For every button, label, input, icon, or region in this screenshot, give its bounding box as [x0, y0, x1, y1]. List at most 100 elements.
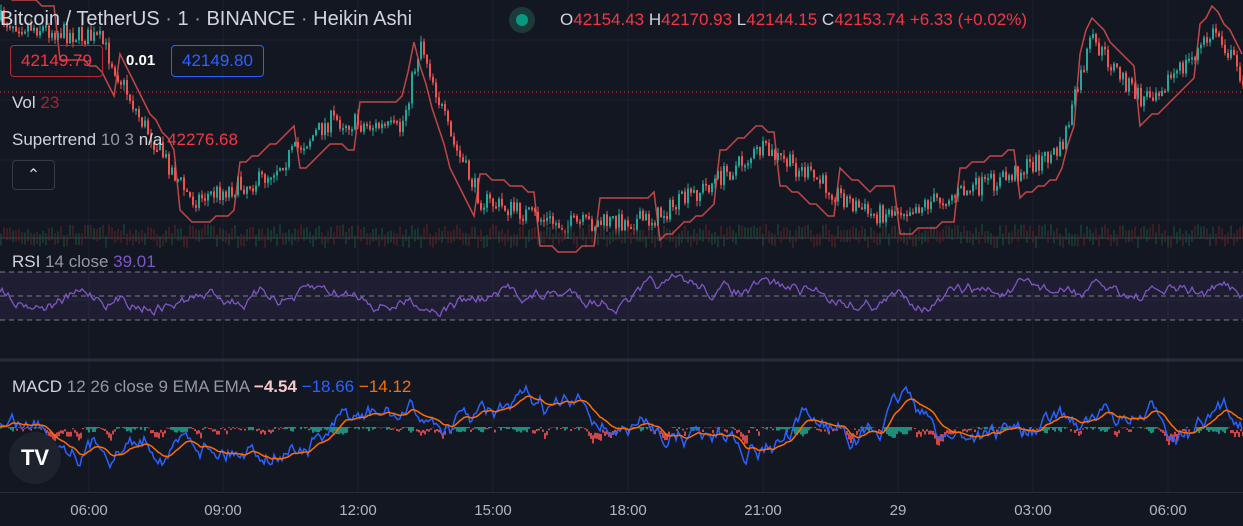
volume-bar [465, 233, 467, 246]
candle [528, 207, 530, 210]
collapse-legend-button[interactable]: ⌃ [12, 160, 55, 190]
chevron-up-icon: ⌃ [26, 167, 41, 184]
separator: · [300, 8, 308, 30]
macd-histogram-bar [1162, 430, 1164, 434]
volume-bar [894, 225, 896, 238]
macd-histogram-bar [202, 428, 204, 430]
macd-histogram-bar [200, 432, 202, 439]
macd-histogram-bar [754, 427, 756, 429]
macd-histogram-bar [428, 429, 430, 432]
macd-histogram-bar [904, 427, 906, 435]
volume-bar [1233, 233, 1235, 246]
candle [1101, 46, 1103, 56]
macd-legend[interactable]: MACD 12 26 close 9 EMA EMA −4.54 −18.66 … [12, 377, 411, 397]
volume-legend[interactable]: Vol 23 [12, 93, 59, 113]
volume-bar [423, 227, 425, 240]
candle [915, 207, 917, 214]
volume-bar [1146, 229, 1148, 242]
volume-bar [288, 229, 290, 242]
volume-bar [579, 226, 581, 239]
volume-bar [576, 235, 578, 248]
macd-histogram-bar [494, 429, 496, 433]
symbol-title[interactable]: Bitcoin / TetherUS · 1 · BINANCE · Heiki… [0, 8, 412, 31]
ohlc-legend: O42154.43 H42170.93 L42144.15 C42153.74 … [560, 10, 1027, 30]
candle [399, 121, 401, 133]
volume-bar [732, 229, 734, 242]
volume-bar [876, 233, 878, 246]
candle [552, 216, 554, 224]
macd-histogram-bar [380, 427, 382, 429]
volume-bar [750, 227, 752, 240]
volume-bar [843, 230, 845, 243]
volume-bar [975, 227, 977, 240]
macd-histogram-bar [462, 427, 464, 432]
volume-bar [384, 234, 386, 247]
macd-histogram-bar [454, 427, 456, 429]
macd-signal-value: −14.12 [358, 377, 412, 396]
rsi-legend[interactable]: RSI 14 close 39.01 [12, 252, 156, 272]
candle [510, 201, 512, 216]
buy-button[interactable]: 42149.80 [171, 45, 264, 77]
volume-bar [912, 234, 914, 247]
macd-histogram-bar [160, 429, 162, 433]
macd-histogram-bar [918, 430, 920, 435]
macd-histogram-bar [310, 427, 312, 430]
macd-histogram-bar [260, 430, 262, 435]
candle [738, 156, 740, 166]
macd-histogram-bar [396, 428, 398, 431]
tradingview-logo[interactable]: TV [9, 432, 61, 484]
volume-bar [459, 228, 461, 241]
macd-histogram-bar [1080, 430, 1082, 435]
candle [204, 198, 206, 201]
candle [978, 177, 980, 196]
macd-histogram-bar [738, 429, 740, 433]
candle [867, 204, 869, 214]
volume-bar [198, 230, 200, 243]
macd-histogram-bar [808, 427, 810, 431]
volume-bar [849, 229, 851, 242]
candle [456, 144, 458, 151]
market-open-status-icon[interactable] [509, 7, 535, 33]
macd-histogram-bar [780, 427, 782, 430]
candle [1059, 141, 1061, 156]
candle [858, 200, 860, 208]
macd-histogram-bar [1228, 427, 1230, 429]
volume-bar [801, 227, 803, 240]
volume-bar [201, 228, 203, 241]
macd-histogram-bar [24, 427, 26, 429]
macd-histogram-bar [744, 435, 746, 444]
macd-histogram-bar [810, 427, 812, 429]
candle [543, 219, 545, 222]
time-axis[interactable]: 06:00 09:00 12:00 15:00 18:00 21:00 29 0… [0, 492, 1243, 526]
macd-histogram-bar [724, 429, 726, 432]
macd-histogram-bar [470, 429, 472, 432]
candle [411, 72, 413, 104]
candle [1233, 49, 1235, 56]
macd-histogram-bar [278, 428, 280, 430]
candle [426, 54, 428, 64]
open-label: O [560, 10, 574, 29]
candle [516, 202, 518, 212]
macd-histogram-bar [748, 430, 750, 434]
candle [354, 114, 356, 130]
volume-bar [1056, 227, 1058, 240]
candle [210, 191, 212, 194]
candle [732, 175, 734, 180]
volume-bar [873, 230, 875, 243]
candle [990, 173, 992, 179]
candle [591, 218, 593, 231]
candle [336, 115, 338, 121]
macd-histogram-bar [114, 429, 116, 432]
volume-bar [555, 227, 557, 240]
supertrend-line [10, 0, 1243, 253]
sell-button[interactable]: 42149.79 [10, 45, 103, 77]
volume-bar [282, 232, 284, 245]
candle [933, 193, 935, 202]
macd-histogram-bar [734, 428, 736, 430]
volume-bar [960, 231, 962, 244]
supertrend-legend[interactable]: Supertrend 10 3 n/a 42276.68 [12, 130, 238, 150]
candle [705, 183, 707, 186]
macd-histogram-bar [564, 427, 566, 431]
volume-bar [405, 229, 407, 242]
macd-histogram-bar [16, 428, 18, 431]
